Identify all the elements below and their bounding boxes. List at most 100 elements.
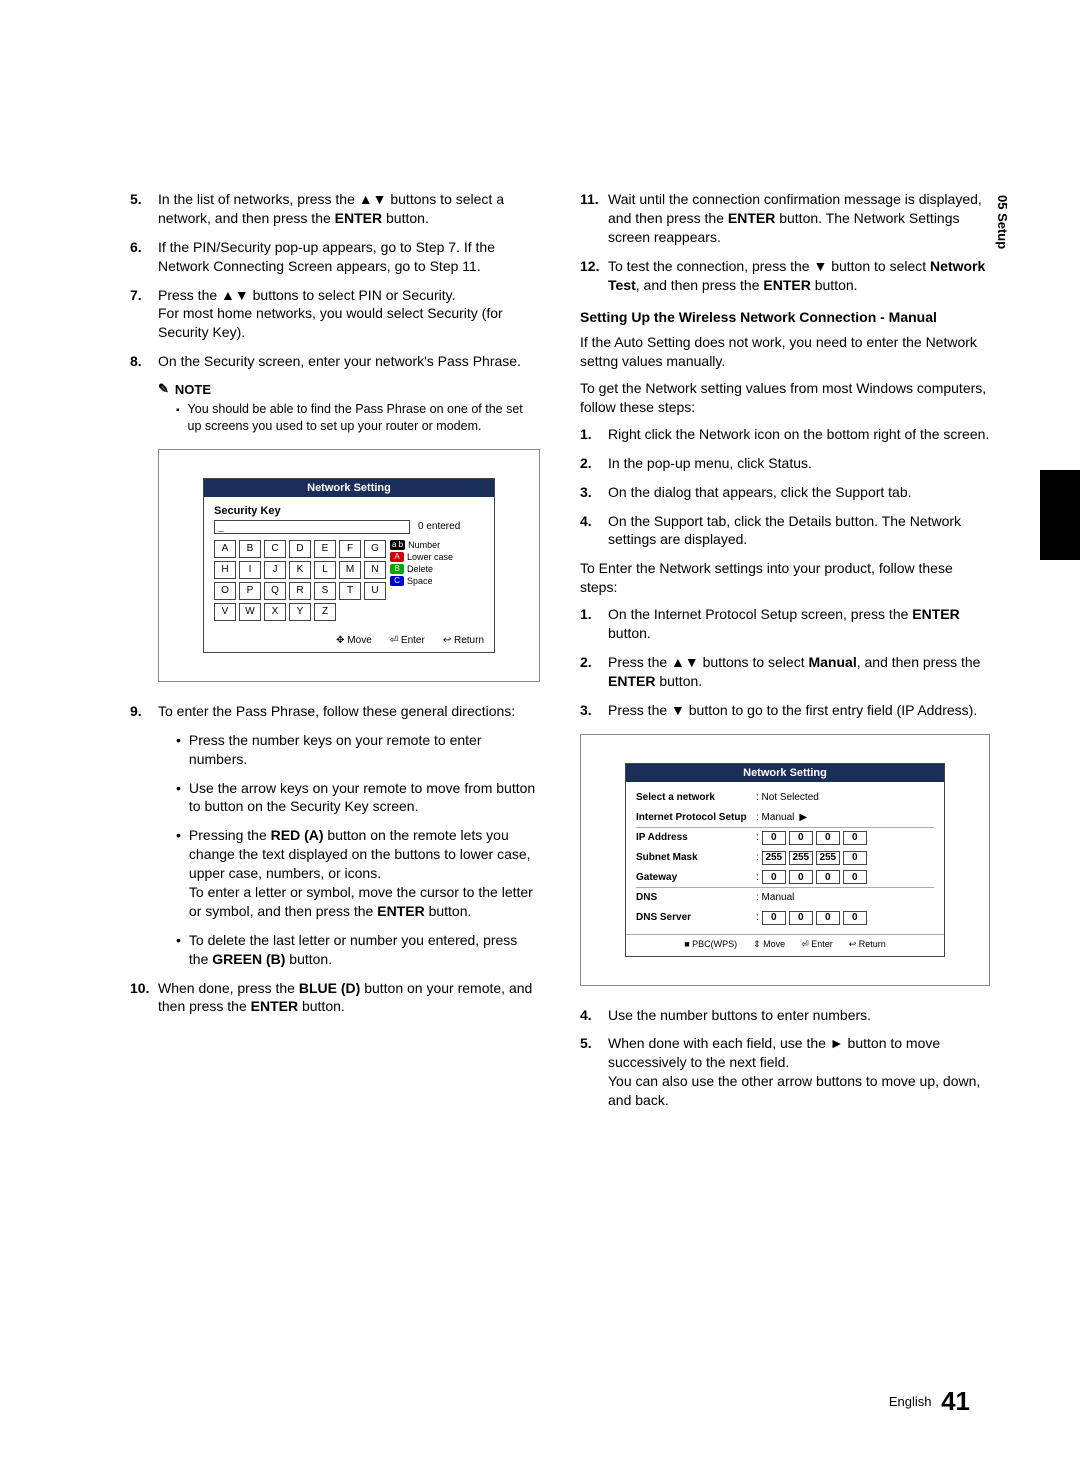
footer-hint: ■ PBC(WPS)	[684, 939, 737, 950]
step-number: 10.	[130, 979, 158, 1017]
step-text: On the Security screen, enter your netwo…	[158, 352, 521, 371]
row-value: :0000	[756, 870, 867, 884]
step-number: 9.	[130, 702, 158, 721]
ip-field[interactable]: 0	[789, 831, 813, 845]
step-text: If the PIN/Security pop-up appears, go t…	[158, 238, 540, 276]
entered-count: 0 entered	[418, 521, 460, 532]
keyboard-key[interactable]: F	[339, 540, 361, 558]
passphrase-bullets: Press the number keys on your remote to …	[176, 731, 540, 969]
step-text: When done, press the BLUE (D) button on …	[158, 979, 540, 1017]
side-tab: 05 Setup	[995, 195, 1010, 249]
step-10: 10.When done, press the BLUE (D) button …	[130, 979, 540, 1017]
bullet-item: Press the number keys on your remote to …	[176, 731, 540, 769]
legend-row: ALower case	[390, 552, 453, 562]
keyboard-key[interactable]: K	[289, 561, 311, 579]
step-number: 8.	[130, 352, 158, 371]
keyboard-key[interactable]: I	[239, 561, 261, 579]
keyboard-key[interactable]: J	[264, 561, 286, 579]
step-text: In the list of networks, press the ▲▼ bu…	[158, 190, 540, 228]
keyboard-key[interactable]: H	[214, 561, 236, 579]
product-steps-1-3: 1.On the Internet Protocol Setup screen,…	[580, 605, 990, 719]
keyboard-key[interactable]: Z	[314, 603, 336, 621]
legend-label: Delete	[407, 564, 433, 574]
figure2-footer: ■ PBC(WPS)⇕ Move⏎ Enter↩ Return	[626, 934, 944, 956]
note-heading: ✎ NOTE	[158, 381, 540, 397]
keyboard-key[interactable]: E	[314, 540, 336, 558]
product-steps-4-5: 4.Use the number buttons to enter number…	[580, 1006, 990, 1110]
keyboard-key[interactable]: P	[239, 582, 261, 600]
keyboard-key[interactable]: O	[214, 582, 236, 600]
right-column: 11.Wait until the connection confirmatio…	[580, 190, 990, 1120]
step-text: Use the number buttons to enter numbers.	[608, 1006, 871, 1025]
paragraph-2: To get the Network setting values from m…	[580, 379, 990, 417]
footer-hint: ⏎ Enter	[390, 635, 425, 646]
ip-field[interactable]: 0	[816, 911, 840, 925]
list-item: 9.To enter the Pass Phrase, follow these…	[130, 702, 540, 721]
keyboard-key[interactable]: D	[289, 540, 311, 558]
keyboard-key[interactable]: R	[289, 582, 311, 600]
ip-field[interactable]: 0	[843, 831, 867, 845]
keyboard-key[interactable]: W	[239, 603, 261, 621]
page-footer: English 41	[889, 1386, 970, 1417]
steps-11-12: 11.Wait until the connection confirmatio…	[580, 190, 990, 294]
keyboard-key[interactable]: T	[339, 582, 361, 600]
ip-field[interactable]: 255	[816, 851, 840, 865]
ip-field[interactable]: 255	[789, 851, 813, 865]
list-item: 7.Press the ▲▼ buttons to select PIN or …	[130, 286, 540, 343]
ip-field[interactable]: 0	[843, 851, 867, 865]
step-text: Wait until the connection confirmation m…	[608, 190, 990, 247]
ip-field[interactable]: 255	[762, 851, 786, 865]
keyboard-key[interactable]: S	[314, 582, 336, 600]
list-item: 11.Wait until the connection confirmatio…	[580, 190, 990, 247]
keyboard-key[interactable]: V	[214, 603, 236, 621]
footer-hint: ⇕ Move	[753, 939, 785, 950]
keyboard-key[interactable]: B	[239, 540, 261, 558]
legend-row: BDelete	[390, 564, 453, 574]
list-item: 4.Use the number buttons to enter number…	[580, 1006, 990, 1025]
keyboard-key[interactable]: C	[264, 540, 286, 558]
figure-security-keyboard: Network Setting Security Key _ 0 entered…	[158, 449, 540, 682]
keyboard-key[interactable]: G	[364, 540, 386, 558]
security-input[interactable]: _	[214, 520, 410, 534]
bullet-item: Pressing the RED (A) button on the remot…	[176, 826, 540, 920]
left-column: 5.In the list of networks, press the ▲▼ …	[130, 190, 540, 1120]
step-number: 5.	[130, 190, 158, 228]
row-label: Select a network	[636, 792, 756, 803]
keyboard-key[interactable]: Q	[264, 582, 286, 600]
keyboard-key[interactable]: U	[364, 582, 386, 600]
keyboard-key[interactable]: N	[364, 561, 386, 579]
ip-field[interactable]: 0	[789, 870, 813, 884]
security-input-line: _ 0 entered	[214, 520, 484, 534]
ip-field[interactable]: 0	[843, 870, 867, 884]
row-value: :2552552550	[756, 851, 867, 865]
figure2-inner: Network Setting Select a network: Not Se…	[625, 763, 945, 957]
row-label: DNS Server	[636, 912, 756, 923]
network-setting-row: DNS Server:0000	[636, 908, 934, 928]
footer-hint: ⏎ Enter	[801, 939, 833, 950]
ip-field[interactable]: 0	[762, 911, 786, 925]
step-number: 5.	[580, 1034, 608, 1110]
step-number: 2.	[580, 454, 608, 473]
step-text: Press the ▲▼ buttons to select PIN or Se…	[158, 286, 540, 343]
step-text: To test the connection, press the ▼ butt…	[608, 257, 990, 295]
ip-field[interactable]: 0	[762, 831, 786, 845]
keyboard-key[interactable]: A	[214, 540, 236, 558]
ip-field[interactable]: 0	[843, 911, 867, 925]
keyboard-key[interactable]: X	[264, 603, 286, 621]
step-number: 11.	[580, 190, 608, 247]
list-item: 3.On the dialog that appears, click the …	[580, 483, 990, 502]
figure2-rows: Select a network: Not SelectedInternet P…	[626, 782, 944, 934]
keyboard-key[interactable]: L	[314, 561, 336, 579]
ip-field[interactable]: 0	[762, 870, 786, 884]
ip-field[interactable]: 0	[789, 911, 813, 925]
keyboard-key[interactable]: Y	[289, 603, 311, 621]
keyboard-key[interactable]: M	[339, 561, 361, 579]
legend-badge: A	[390, 552, 404, 562]
step-text: Press the ▲▼ buttons to select Manual, a…	[608, 653, 990, 691]
ip-field[interactable]: 0	[816, 831, 840, 845]
note-text: You should be able to find the Pass Phra…	[188, 401, 540, 435]
steps-5-8: 5.In the list of networks, press the ▲▼ …	[130, 190, 540, 371]
page-content: 5.In the list of networks, press the ▲▼ …	[0, 0, 1080, 1180]
footer-hint: ↩ Return	[443, 635, 484, 646]
ip-field[interactable]: 0	[816, 870, 840, 884]
